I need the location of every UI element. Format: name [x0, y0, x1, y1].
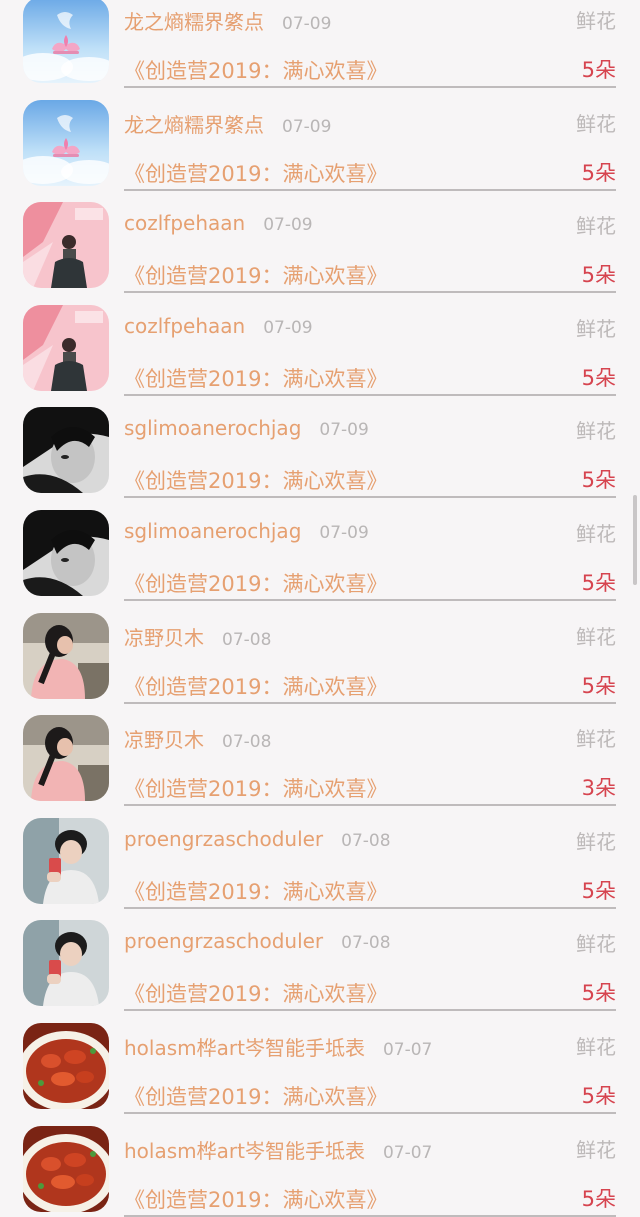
list-item[interactable]: cozlfpehaan 07-09 鲜花 《创造营2019：满心欢喜》 5朵	[0, 290, 640, 396]
send-date: 07-08	[341, 933, 391, 954]
user-name-text[interactable]: proengrzaschoduler	[124, 929, 323, 953]
user-name[interactable]: holasm桦art岑智能手坻表 07-07	[124, 1032, 432, 1061]
user-name[interactable]: sglimoanerochjag 07-09	[124, 416, 369, 440]
send-date: 07-09	[319, 420, 369, 441]
gift-count: 5朵	[581, 570, 616, 595]
show-title[interactable]: 《创造营2019：满心欢喜》	[124, 671, 387, 701]
scrollbar[interactable]	[633, 495, 637, 585]
avatar[interactable]	[23, 1125, 109, 1212]
user-name-text[interactable]: holasm桦art岑智能手坻表	[124, 1139, 365, 1163]
gift-record-list: 龙之熵糯界綮点 07-09 鲜花 《创造营2019：满心欢喜》 5朵 龙之熵糯界綮…	[0, 0, 640, 1217]
avatar[interactable]	[23, 407, 109, 494]
gift-count: 5朵	[581, 1083, 616, 1108]
list-item[interactable]: holasm桦art岑智能手坻表 07-07 鲜花 《创造营2019：满心欢喜》 …	[0, 1111, 640, 1217]
user-name[interactable]: cozlfpehaan 07-09	[124, 314, 313, 338]
gift-count: 3朵	[581, 776, 616, 801]
avatar[interactable]	[23, 304, 109, 391]
show-title[interactable]: 《创造营2019：满心欢喜》	[124, 55, 387, 85]
gift-type: 鲜花	[576, 727, 616, 752]
list-item[interactable]: cozlfpehaan 07-09 鲜花 《创造营2019：满心欢喜》 5朵	[0, 187, 640, 294]
avatar[interactable]	[23, 612, 109, 699]
show-title[interactable]: 《创造营2019：满心欢喜》	[124, 1081, 387, 1111]
show-title[interactable]: 《创造营2019：满心欢喜》	[124, 363, 387, 393]
user-name-text[interactable]: 龙之熵糯界綮点	[124, 113, 264, 137]
user-name-text[interactable]: 凉野贝木	[124, 626, 204, 650]
gift-count: 5朵	[581, 365, 616, 390]
avatar[interactable]	[23, 0, 109, 83]
user-name-text[interactable]: sglimoanerochjag	[124, 519, 301, 543]
user-name[interactable]: holasm桦art岑智能手坻表 07-07	[124, 1135, 432, 1164]
gift-type: 鲜花	[576, 419, 616, 444]
user-name-text[interactable]: proengrzaschoduler	[124, 827, 323, 851]
show-title[interactable]: 《创造营2019：满心欢喜》	[124, 978, 387, 1008]
list-item[interactable]: holasm桦art岑智能手坻表 07-07 鲜花 《创造营2019：满心欢喜》 …	[0, 1008, 640, 1114]
gift-type: 鲜花	[576, 1137, 616, 1162]
send-date: 07-08	[341, 830, 391, 851]
avatar[interactable]	[23, 1022, 109, 1109]
send-date: 07-09	[319, 522, 369, 543]
gift-type: 鲜花	[576, 932, 616, 957]
list-item[interactable]: 龙之熵糯界綮点 07-09 鲜花 《创造营2019：满心欢喜》 5朵	[0, 85, 640, 191]
user-name-text[interactable]: 龙之熵糯界綮点	[124, 10, 264, 34]
avatar[interactable]	[23, 920, 109, 1007]
list-item[interactable]: 龙之熵糯界綮点 07-09 鲜花 《创造营2019：满心欢喜》 5朵	[0, 0, 640, 88]
user-name[interactable]: 龙之熵糯界綮点 07-09	[124, 109, 331, 138]
gift-count: 5朵	[581, 58, 616, 82]
gift-type: 鲜花	[576, 521, 616, 546]
avatar[interactable]	[23, 202, 109, 289]
user-name[interactable]: sglimoanerochjag 07-09	[124, 519, 369, 543]
gift-type: 鲜花	[576, 111, 616, 136]
gift-type: 鲜花	[576, 1034, 616, 1059]
gift-type: 鲜花	[576, 9, 616, 33]
gift-count: 5朵	[581, 1186, 616, 1211]
user-name[interactable]: 龙之熵糯界綮点 07-09	[124, 6, 331, 35]
list-item[interactable]: proengrzaschoduler 07-08 鲜花 《创造营2019：满心欢喜…	[0, 803, 640, 909]
send-date: 07-07	[382, 1142, 433, 1163]
send-date: 07-08	[222, 732, 272, 753]
show-title[interactable]: 《创造营2019：满心欢喜》	[124, 158, 387, 188]
list-item[interactable]: proengrzaschoduler 07-08 鲜花 《创造营2019：满心欢喜…	[0, 905, 640, 1012]
user-name[interactable]: cozlfpehaan 07-09	[124, 211, 313, 235]
show-title[interactable]: 《创造营2019：满心欢喜》	[124, 568, 387, 598]
gift-count: 5朵	[581, 981, 616, 1006]
user-name[interactable]: 凉野贝木 07-08	[124, 724, 271, 753]
user-name-text[interactable]: sglimoanerochjag	[124, 416, 301, 440]
send-date: 07-08	[222, 629, 272, 650]
avatar[interactable]	[23, 715, 109, 802]
user-name-text[interactable]: 凉野贝木	[124, 728, 204, 752]
list-item[interactable]: 凉野贝木 07-08 鲜花 《创造营2019：满心欢喜》 5朵	[0, 598, 640, 704]
avatar[interactable]	[23, 509, 109, 596]
user-name-text[interactable]: holasm桦art岑智能手坻表	[124, 1036, 365, 1060]
gift-type: 鲜花	[576, 829, 616, 854]
gift-count: 5朵	[581, 263, 616, 288]
list-item[interactable]: sglimoanerochjag 07-09 鲜花 《创造营2019：满心欢喜》 …	[0, 495, 640, 601]
list-item[interactable]: sglimoanerochjag 07-09 鲜花 《创造营2019：满心欢喜》 …	[0, 392, 640, 499]
gift-count: 5朵	[581, 673, 616, 698]
show-title[interactable]: 《创造营2019：满心欢喜》	[124, 876, 387, 906]
gift-type: 鲜花	[576, 316, 616, 341]
gift-count: 5朵	[581, 878, 616, 903]
send-date: 07-09	[263, 215, 313, 236]
show-title[interactable]: 《创造营2019：满心欢喜》	[124, 773, 387, 803]
show-title[interactable]: 《创造营2019：满心欢喜》	[124, 1184, 387, 1214]
send-date: 07-09	[263, 317, 313, 338]
user-name[interactable]: proengrzaschoduler 07-08	[124, 827, 391, 851]
divider	[124, 1214, 616, 1217]
send-date: 07-09	[282, 116, 332, 137]
avatar[interactable]	[23, 817, 109, 904]
list-item[interactable]: 凉野贝木 07-08 鲜花 《创造营2019：满心欢喜》 3朵	[0, 700, 640, 807]
gift-type: 鲜花	[576, 624, 616, 649]
user-name[interactable]: 凉野贝木 07-08	[124, 622, 271, 651]
user-name-text[interactable]: cozlfpehaan	[124, 314, 245, 338]
show-title[interactable]: 《创造营2019：满心欢喜》	[124, 260, 387, 290]
gift-count: 5朵	[581, 160, 616, 185]
avatar[interactable]	[23, 99, 109, 186]
show-title[interactable]: 《创造营2019：满心欢喜》	[124, 465, 387, 495]
send-date: 07-09	[282, 14, 332, 34]
send-date: 07-07	[382, 1039, 433, 1060]
user-name-text[interactable]: cozlfpehaan	[124, 211, 245, 235]
user-name[interactable]: proengrzaschoduler 07-08	[124, 929, 391, 953]
gift-type: 鲜花	[576, 214, 616, 239]
gift-count: 5朵	[581, 468, 616, 493]
